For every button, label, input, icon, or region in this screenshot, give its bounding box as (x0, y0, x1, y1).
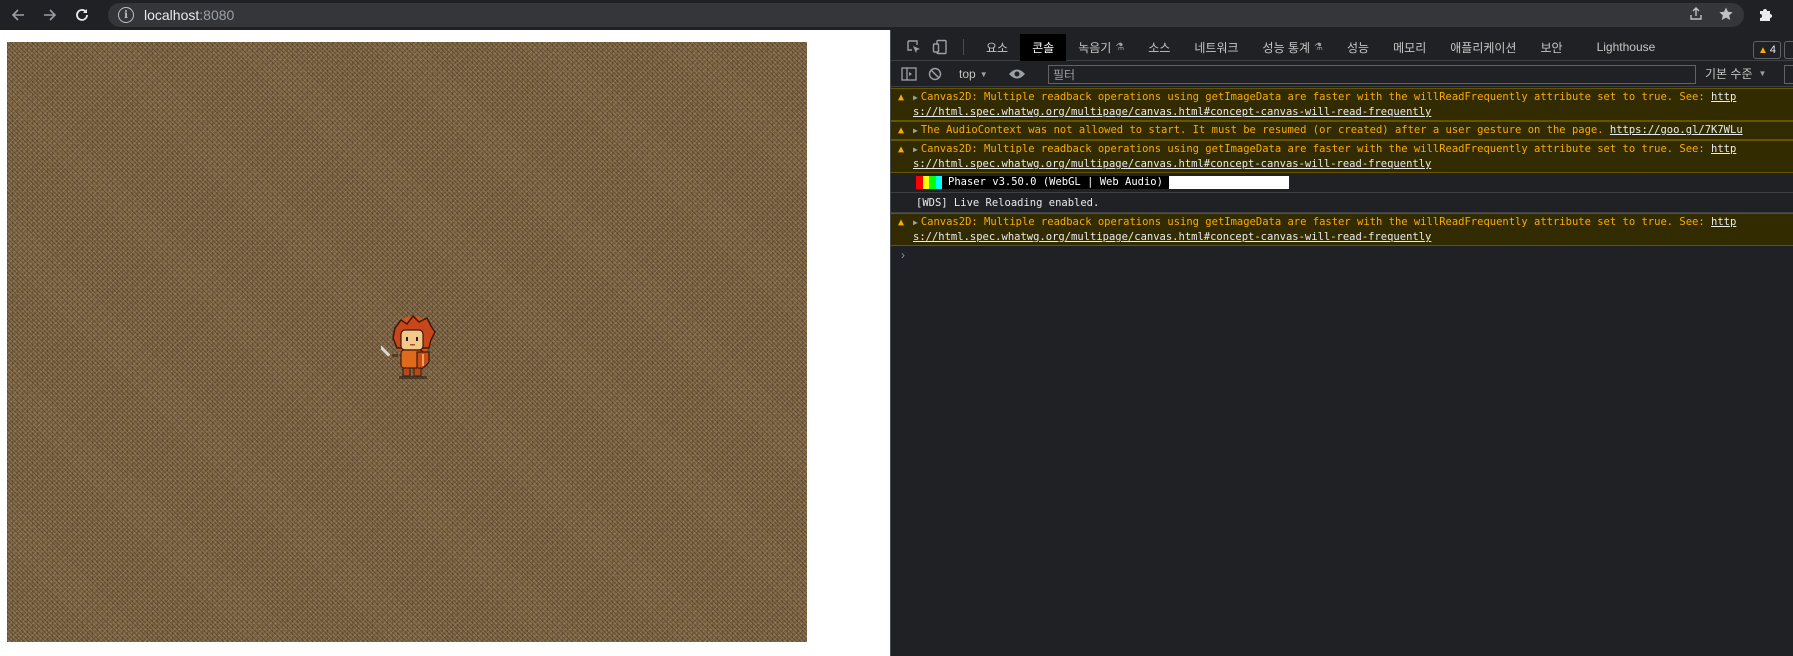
share-icon[interactable] (1688, 6, 1704, 22)
inspect-element-icon[interactable] (903, 38, 925, 56)
context-select[interactable]: top ▼ (959, 67, 988, 81)
warning-icon: ▲ (898, 217, 905, 228)
tab-memory[interactable]: 메모리 (1381, 34, 1438, 61)
console-warning[interactable]: ▲ ▶ The AudioContext was not allowed to s… (891, 121, 1793, 140)
tab-performance-insights[interactable]: 성능 통계 ⚗ (1251, 34, 1335, 61)
phaser-white-bar (1168, 176, 1289, 189)
tab-lighthouse[interactable]: Lighthouse (1575, 34, 1668, 61)
message-link[interactable]: http (1711, 91, 1736, 103)
warning-count-badge[interactable]: ▲ 4 (1753, 41, 1781, 59)
prompt-chevron-icon: › (901, 248, 905, 262)
flask-icon: ⚗ (1115, 41, 1125, 53)
tab-recorder[interactable]: 녹음기 ⚗ (1066, 34, 1136, 61)
tab-security[interactable]: 보안 (1528, 34, 1574, 61)
console-warning[interactable]: ▲ ▶ Canvas2D: Multiple readback operation… (891, 140, 1793, 173)
phaser-rainbow-badge (916, 176, 942, 189)
issues-button-edge[interactable] (1784, 65, 1793, 84)
console-prompt[interactable]: › (891, 246, 1793, 264)
message-link[interactable]: s://html.spec.whatwg.org/multipage/canva… (913, 158, 1431, 170)
flask-icon: ⚗ (1314, 41, 1324, 53)
warning-icon: ▲ (1757, 44, 1768, 56)
console-filterbar: top ▼ 필터 기본 수준 ▼ (891, 62, 1793, 87)
tab-network[interactable]: 네트워크 (1182, 34, 1250, 61)
console-warning[interactable]: ▲ ▶ Canvas2D: Multiple readback operation… (891, 88, 1793, 121)
phaser-version-text: Phaser v3.50.0 (WebGL | Web Audio) (942, 176, 1169, 189)
message-link[interactable]: http (1711, 216, 1736, 228)
sidebar-toggle-icon[interactable] (899, 66, 919, 82)
tab-sources[interactable]: 소스 (1136, 34, 1182, 61)
extensions-puzzle-icon[interactable] (1757, 5, 1777, 25)
filter-input[interactable]: 필터 (1048, 65, 1696, 84)
tab-console[interactable]: 콘솔 (1020, 33, 1067, 61)
tab-performance[interactable]: 성능 (1335, 34, 1381, 61)
arrow-left-icon (11, 9, 24, 21)
url-text: localhost:8080 (144, 7, 235, 23)
address-bar[interactable]: i localhost:8080 (108, 3, 1744, 27)
caret-down-icon: ▼ (1758, 69, 1767, 78)
browser-toolbar: i localhost:8080 (0, 0, 1793, 30)
devtools-tabbar: 요소 콘솔 녹음기 ⚗ 소스 네트워크 성능 통계 ⚗ 성능 메모리 애플리케이션 … (891, 33, 1793, 61)
message-link[interactable]: s://html.spec.whatwg.org/multipage/canva… (913, 106, 1431, 118)
site-info-icon[interactable]: i (118, 7, 134, 23)
hero-sprite (381, 314, 436, 379)
live-expression-eye-icon[interactable] (1008, 67, 1026, 81)
reload-button[interactable] (68, 1, 96, 29)
divider (963, 39, 964, 55)
console-log-wds: [WDS] Live Reloading enabled. (891, 193, 1793, 213)
warning-icon: ▲ (898, 92, 905, 103)
caret-down-icon: ▼ (979, 69, 988, 79)
reload-icon (76, 9, 88, 21)
web-page (0, 30, 890, 656)
device-toolbar-icon[interactable] (929, 38, 951, 56)
warning-icon: ▲ (898, 125, 905, 136)
back-button[interactable] (4, 1, 32, 29)
arrow-right-icon (44, 9, 57, 21)
forward-button[interactable] (36, 1, 64, 29)
tab-elements[interactable]: 요소 (974, 34, 1020, 61)
console-warning[interactable]: ▲ ▶ Canvas2D: Multiple readback operation… (891, 213, 1793, 246)
expand-triangle-icon[interactable]: ▶ (913, 218, 918, 227)
message-link[interactable]: s://html.spec.whatwg.org/multipage/canva… (913, 231, 1431, 243)
message-link[interactable]: http (1711, 143, 1736, 155)
expand-triangle-icon[interactable]: ▶ (913, 126, 918, 135)
clear-console-icon[interactable] (925, 66, 945, 82)
expand-triangle-icon[interactable]: ▶ (913, 145, 918, 154)
console-log-phaser: Phaser v3.50.0 (WebGL | Web Audio) (891, 173, 1793, 193)
log-level-select[interactable]: 기본 수준 ▼ (1705, 65, 1766, 82)
expand-triangle-icon[interactable]: ▶ (913, 93, 918, 102)
warning-icon: ▲ (898, 144, 905, 155)
game-canvas[interactable] (7, 42, 807, 642)
console-messages: ▲ ▶ Canvas2D: Multiple readback operation… (891, 88, 1793, 264)
message-link[interactable]: https://goo.gl/7K7WLu (1610, 124, 1743, 136)
bookmark-star-icon[interactable] (1718, 6, 1734, 22)
devtools-panel: 요소 콘솔 녹음기 ⚗ 소스 네트워크 성능 통계 ⚗ 성능 메모리 애플리케이션 … (890, 30, 1793, 656)
settings-button-edge[interactable] (1784, 41, 1793, 59)
tab-application[interactable]: 애플리케이션 (1438, 34, 1528, 61)
